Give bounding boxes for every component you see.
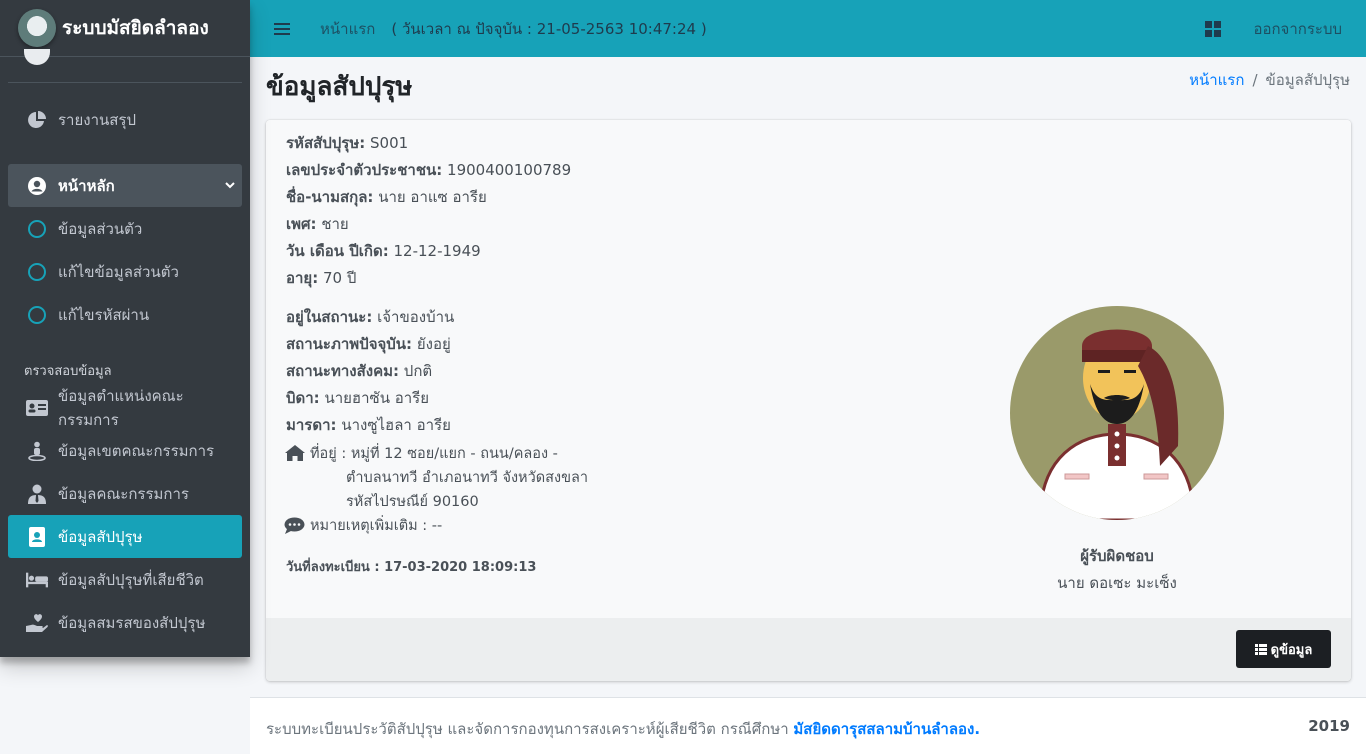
responsible-name: นาย ดอเซะ มะเซ็ง (1057, 574, 1177, 592)
sidebar-item-committee[interactable]: ข้อมูลคณะกรรมการ (8, 472, 242, 515)
member-info: รหัสสัปปุรุษ: S001 เลขประจำตัวประชาชน: 1… (284, 130, 588, 577)
member-social-status: ปกติ (403, 362, 433, 380)
logout-link[interactable]: ออกจากระบบ (1253, 17, 1342, 41)
table-icon (1254, 643, 1267, 655)
page-title: ข้อมูลสัปปุรุษ (266, 72, 413, 102)
card-footer: ดูข้อมูล (266, 618, 1351, 681)
member-father-row: บิดา: นายฮาซัน อารีย (286, 389, 429, 407)
sidebar-item-marriage[interactable]: ข้อมูลสมรสของสัปปุรุษ (8, 601, 242, 644)
id-card-icon (26, 399, 48, 416)
responsible-title: ผู้รับผิดชอบ (1080, 547, 1154, 565)
sidebar-item-label: ข้อมูลคณะกรรมการ (58, 484, 189, 503)
member-current-row: สถานะภาพปัจจุบัน: ยังอยู่ (286, 335, 451, 353)
view-data-button[interactable]: ดูข้อมูล (1236, 630, 1331, 668)
member-address: ที่อยู่ : หมู่ที่ 12 ซอย/แยก - ถนน/คลอง … (284, 442, 588, 514)
member-idcard: 1900400100789 (447, 161, 572, 179)
current-datetime: ( วันเวลา ณ ปัจจุบัน : 21-05-2563 10:47:… (391, 19, 707, 38)
member-sex-row: เพศ: ชาย (286, 215, 349, 233)
member-name: นาย อาแซ อารีย (378, 188, 487, 206)
member-current-status: ยังอยู่ (416, 335, 451, 353)
sidebar-item-label: รายงานสรุป (58, 110, 137, 129)
member-name-row: ชื่อ-นามสกุล: นาย อาแซ อารีย (286, 188, 487, 206)
member-code: S001 (370, 134, 409, 152)
circle-icon (28, 262, 46, 281)
sidebar-item-label: แก้ไขรหัสผ่าน (58, 305, 150, 324)
address-book-icon (26, 526, 48, 547)
sidebar-item-label: ข้อมูลเขตคณะกรรมการ (58, 441, 215, 460)
member-birth-row: วัน เดือน ปีเกิด: 12-12-1949 (286, 242, 481, 260)
footer-link[interactable]: มัสยิดดารุสสลามบ้านลำลอง. (793, 720, 980, 738)
footer-text: ระบบทะเบียนประวัติสัปปุรุษ และจัดการกองท… (266, 720, 981, 738)
member-card: รหัสสัปปุรุษ: S001 เลขประจำตัวประชาชน: 1… (266, 120, 1351, 681)
street-view-icon (26, 441, 48, 461)
sidebar-item-label: ข้อมูลสมรสของสัปปุรุษ (58, 613, 206, 632)
member-avatar (1010, 306, 1224, 520)
sidebar-item-committee-zone[interactable]: ข้อมูลเขตคณะกรรมการ (8, 429, 242, 472)
chevron-down-icon (224, 177, 236, 195)
member-code-row: รหัสสัปปุรุษ: S001 (286, 134, 409, 152)
user-circle-icon (26, 176, 48, 196)
top-navbar: หน้าแรก ( วันเวลา ณ ปัจจุบัน : 21-05-256… (250, 0, 1366, 57)
hamburger-menu-icon[interactable] (274, 22, 290, 35)
sidebar-item-committee-position[interactable]: ข้อมูลตำแหน่งคณะกรรมการ (8, 386, 242, 429)
user-panel (8, 49, 242, 83)
member-birth: 12-12-1949 (393, 242, 481, 260)
member-status: เจ้าของบ้าน (377, 308, 455, 326)
sidebar-item-label: ข้อมูลตำแหน่งคณะกรรมการ (58, 386, 184, 429)
breadcrumb-current: ข้อมูลสัปปุรุษ (1265, 71, 1351, 89)
sidebar-item-report[interactable]: รายงานสรุป (8, 98, 242, 141)
sidebar-item-edit-password[interactable]: แก้ไขรหัสผ่าน (8, 293, 242, 336)
mosque-logo-icon (18, 9, 56, 47)
sidebar-item-label: ข้อมูลส่วนตัว (58, 219, 143, 238)
hand-holding-heart-icon (26, 613, 48, 633)
footer-year: 2019 (1308, 717, 1350, 735)
top-home-link[interactable]: หน้าแรก (320, 17, 375, 41)
user-avatar[interactable] (24, 49, 50, 65)
breadcrumb: หน้าแรก / ข้อมูลสัปปุรุษ (1189, 71, 1351, 89)
sidebar-item-edit-profile[interactable]: แก้ไขข้อมูลส่วนตัว (8, 250, 242, 293)
breadcrumb-home[interactable]: หน้าแรก (1189, 71, 1244, 89)
sidebar: ระบบมัสยิดลำลอง รายงานสรุป หน้าหลัก ข้อม… (0, 0, 250, 657)
sidebar-item-label: ข้อมูลสัปปุรุษที่เสียชีวิต (58, 570, 204, 589)
sidebar-item-deceased[interactable]: ข้อมูลสัปปุรุษที่เสียชีวิต (8, 558, 242, 601)
person-avatar-icon (1010, 306, 1224, 520)
member-mother: นางซูไฮลา อารีย (341, 416, 451, 434)
member-social-row: สถานะทางสังคม: ปกติ (286, 362, 433, 380)
brand-title: ระบบมัสยิดลำลอง (62, 17, 209, 39)
sidebar-item-label: หน้าหลัก (58, 176, 115, 195)
sidebar-item-profile[interactable]: ข้อมูลส่วนตัว (8, 207, 242, 250)
circle-icon (28, 219, 46, 238)
sidebar-item-label: แก้ไขข้อมูลส่วนตัว (58, 262, 179, 281)
member-mother-row: มารดา: นางซูไฮลา อารีย (286, 416, 451, 434)
card-body: รหัสสัปปุรุษ: S001 เลขประจำตัวประชาชน: 1… (266, 120, 1351, 618)
comment-icon (284, 517, 305, 542)
circle-icon (28, 305, 46, 324)
member-idcard-row: เลขประจำตัวประชาชน: 1900400100789 (286, 161, 572, 179)
apps-grid-icon[interactable] (1205, 20, 1222, 37)
register-date: วันที่ลงทะเบียน : 17-03-2020 18:09:13 (286, 560, 537, 575)
sidebar-section-header: ตรวจสอบข้อมูล (24, 364, 112, 379)
pie-chart-icon (26, 110, 48, 130)
home-icon (284, 444, 306, 470)
member-note: หมายเหตุเพิ่มเติม : -- (284, 514, 588, 538)
user-tie-icon (26, 484, 48, 504)
sidebar-item-members[interactable]: ข้อมูลสัปปุรุษ (8, 515, 242, 558)
sidebar-item-label: ข้อมูลสัปปุรุษ (58, 527, 143, 546)
bed-icon (26, 572, 48, 588)
member-age-row: อายุ: 70 ปี (286, 269, 357, 287)
member-age: 70 ปี (323, 269, 357, 287)
member-sex: ชาย (321, 215, 349, 233)
sidebar-item-main[interactable]: หน้าหลัก (8, 164, 242, 207)
member-father: นายฮาซัน อารีย (324, 389, 429, 407)
page-footer: ระบบทะเบียนประวัติสัปปุรุษ และจัดการกองท… (250, 697, 1366, 754)
member-status-row: อยู่ในสถานะ: เจ้าของบ้าน (286, 308, 455, 326)
